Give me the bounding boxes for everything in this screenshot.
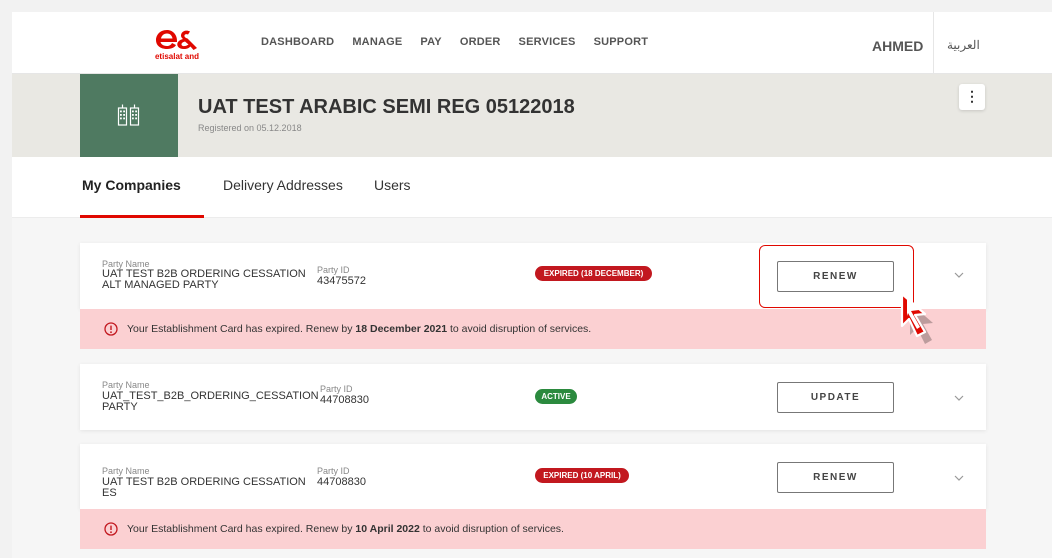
top-navigation-bar: etisalat and DASHBOARD MANAGE PAY ORDER … (12, 12, 1052, 74)
expiry-alert: Your Establishment Card has expired. Ren… (80, 509, 986, 549)
alert-message: Your Establishment Card has expired. Ren… (127, 323, 592, 335)
party-name-label: Party Name (102, 466, 150, 476)
chevron-down-icon[interactable] (954, 395, 964, 401)
party-card: Party Name UAT TEST B2B ORDERING CESSATI… (80, 444, 986, 509)
party-id-label: Party ID (317, 265, 350, 275)
status-badge: EXPIRED (10 APRIL) (535, 468, 629, 483)
party-id: 43475572 (317, 275, 366, 287)
status-badge: ACTIVE (535, 389, 577, 404)
nav-order[interactable]: ORDER (460, 36, 501, 48)
renew-highlight-outline (759, 245, 914, 308)
party-name-label: Party Name (102, 380, 150, 390)
party-card: Party Name UAT_TEST_B2B_ORDERING_CESSATI… (80, 364, 986, 430)
party-id-label: Party ID (317, 466, 350, 476)
nav-pay[interactable]: PAY (420, 36, 441, 48)
tab-my-companies[interactable]: My Companies (82, 177, 181, 193)
warning-icon (104, 322, 118, 336)
expiry-alert: Your Establishment Card has expired. Ren… (80, 309, 986, 349)
company-title: UAT TEST ARABIC SEMI REG 05122018 (198, 96, 575, 118)
nav-services[interactable]: SERVICES (519, 36, 576, 48)
party-id: 44708830 (320, 394, 369, 406)
company-banner: UAT TEST ARABIC SEMI REG 05122018 Regist… (12, 74, 1052, 157)
user-menu[interactable]: AHMED (872, 38, 923, 54)
e-and-logo-icon (156, 30, 197, 50)
active-tab-indicator (80, 215, 204, 218)
company-tabs: My Companies Delivery Addresses Users (12, 157, 1052, 218)
alert-message: Your Establishment Card has expired. Ren… (127, 523, 564, 535)
nav-dashboard[interactable]: DASHBOARD (261, 36, 334, 48)
company-avatar (80, 74, 178, 157)
app-frame: etisalat and DASHBOARD MANAGE PAY ORDER … (12, 12, 1052, 558)
tab-users[interactable]: Users (374, 177, 411, 193)
party-name: UAT TEST B2B ORDERING CESSATION ALT MANA… (102, 268, 306, 291)
language-switch[interactable]: العربية (947, 38, 980, 52)
party-name: UAT TEST B2B ORDERING CESSATION ES (102, 476, 306, 499)
nav-support[interactable]: SUPPORT (594, 36, 649, 48)
logo-caption: etisalat and (154, 52, 199, 61)
chevron-down-icon[interactable] (954, 272, 964, 278)
party-name: UAT_TEST_B2B_ORDERING_CESSATION PARTY (102, 390, 319, 413)
party-id-label: Party ID (320, 384, 353, 394)
renew-button[interactable]: RENEW (777, 462, 894, 493)
chevron-down-icon[interactable] (954, 475, 964, 481)
main-nav: DASHBOARD MANAGE PAY ORDER SERVICES SUPP… (261, 36, 648, 48)
etisalat-logo[interactable]: etisalat and (146, 26, 208, 64)
more-options-button[interactable]: ⋮ (959, 84, 985, 110)
warning-icon (104, 522, 118, 536)
buildings-icon (117, 104, 140, 126)
kebab-menu-icon: ⋮ (965, 88, 979, 104)
status-badge: EXPIRED (18 DECEMBER) (535, 266, 652, 281)
tab-delivery-addresses[interactable]: Delivery Addresses (223, 177, 343, 193)
party-id: 44708830 (317, 476, 366, 488)
registration-date: Registered on 05.12.2018 (198, 123, 302, 133)
language-divider (933, 12, 934, 74)
pointer-cursor-icon (900, 292, 933, 344)
nav-manage[interactable]: MANAGE (352, 36, 402, 48)
update-button[interactable]: UPDATE (777, 382, 894, 413)
